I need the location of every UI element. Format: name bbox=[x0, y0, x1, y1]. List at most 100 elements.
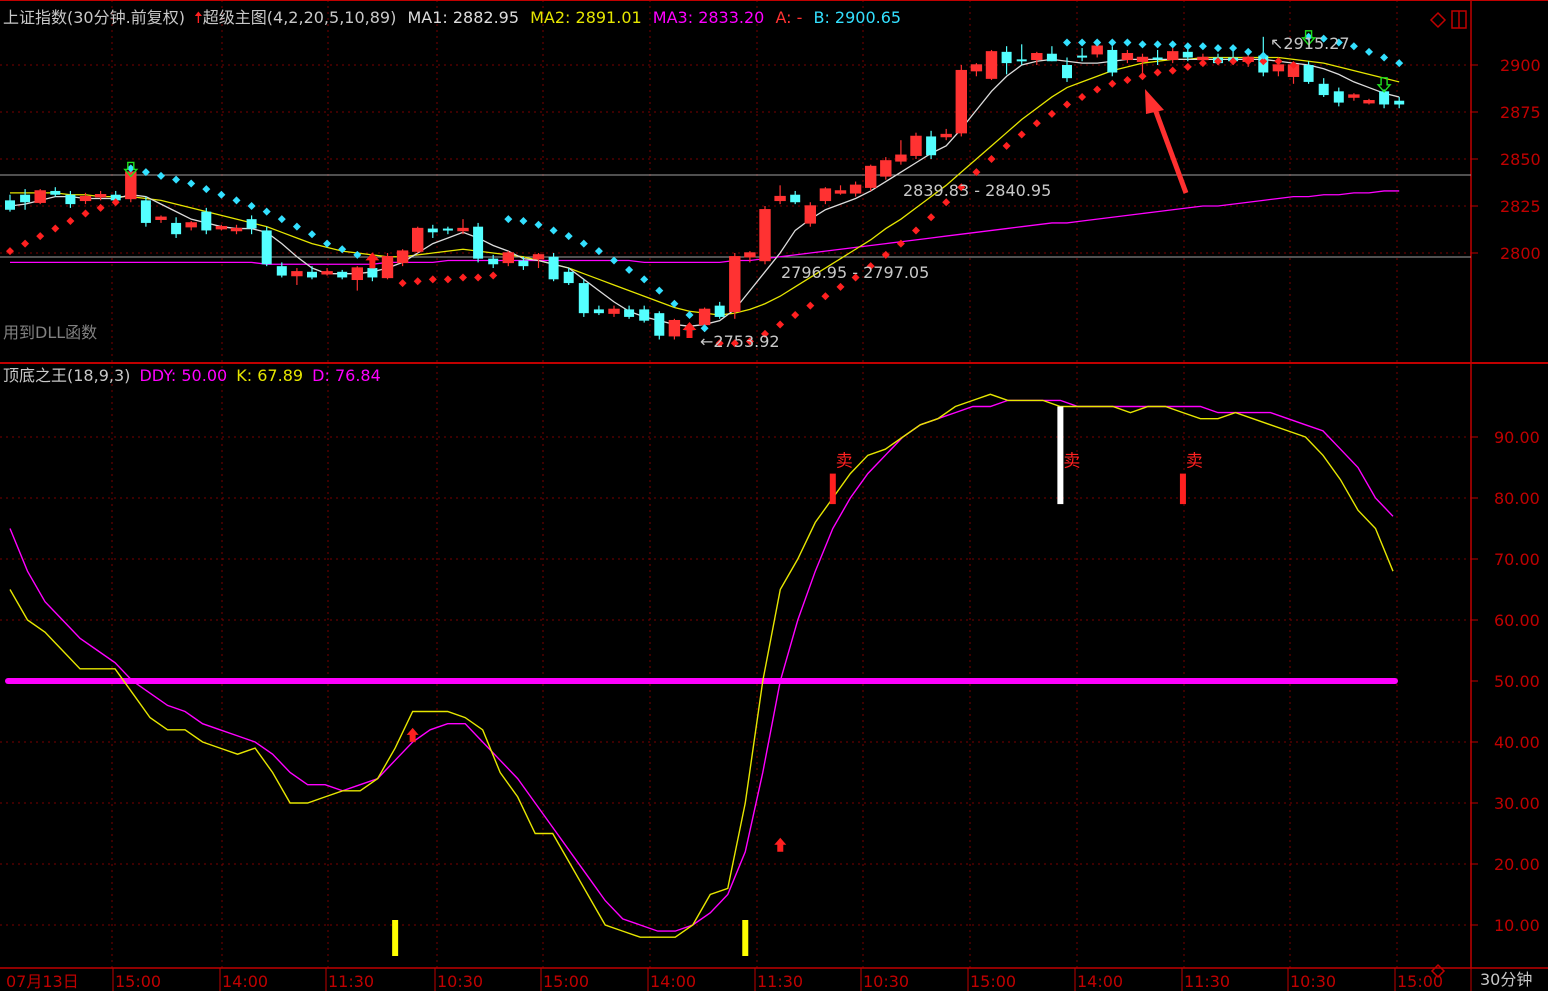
candle-body-up-fill bbox=[986, 51, 997, 79]
period-button[interactable]: 30分钟 bbox=[1480, 971, 1532, 989]
candle-body-down bbox=[1046, 53, 1057, 62]
candle-body-up-fill bbox=[744, 253, 755, 257]
candle-body-up-fill bbox=[805, 206, 816, 223]
candle-body-up-fill bbox=[458, 228, 468, 231]
candle-body-up-fill bbox=[397, 251, 408, 263]
candle-body-up-fill bbox=[1092, 46, 1103, 54]
d-label: D: 76.84 bbox=[312, 366, 381, 385]
indicator-tick-label: 50.00 bbox=[1494, 672, 1540, 691]
candle-body-up-fill bbox=[1122, 53, 1133, 60]
candle-body-up-fill bbox=[1364, 100, 1374, 103]
candle-body-up-fill bbox=[231, 228, 242, 231]
indicator-tick-label: 20.00 bbox=[1494, 855, 1540, 874]
sell-label: 卖 bbox=[1186, 451, 1203, 471]
candle-body-down bbox=[488, 258, 499, 265]
candle-body-up-fill bbox=[911, 136, 921, 156]
time-tick-label: 10:30 bbox=[863, 972, 909, 991]
price-tick-label: 2825 bbox=[1500, 197, 1541, 216]
indicator-tick-label: 80.00 bbox=[1494, 489, 1540, 508]
high-mark-label: ↖2915.27 bbox=[1270, 34, 1350, 53]
candle-body-down bbox=[367, 268, 378, 278]
candle-body-up-fill bbox=[35, 190, 46, 203]
candle-body-up-fill bbox=[156, 217, 166, 220]
price-tick-label: 2900 bbox=[1500, 56, 1541, 75]
candle-body-up-fill bbox=[820, 189, 831, 201]
candle-body-down bbox=[427, 228, 438, 233]
indicator-tick-label: 70.00 bbox=[1494, 550, 1540, 569]
indicator-title[interactable]: 超级主图(4,2,20,5,10,89) bbox=[203, 8, 397, 27]
candle-body-down bbox=[442, 228, 453, 231]
candle-body-up-fill bbox=[1348, 95, 1359, 98]
candle-body-down bbox=[518, 260, 529, 267]
candle-body-down bbox=[201, 211, 212, 231]
background bbox=[0, 0, 1548, 991]
sell-label: 卖 bbox=[836, 451, 853, 471]
candle-body-up-fill bbox=[1167, 51, 1178, 60]
candle-body-down bbox=[1379, 91, 1390, 105]
candle-body-down bbox=[1318, 83, 1329, 96]
candle-body-up-fill bbox=[291, 271, 302, 276]
candle-body-down bbox=[654, 313, 665, 336]
indicator-tick-label: 60.00 bbox=[1494, 611, 1540, 630]
candle-body-down bbox=[5, 200, 15, 210]
candle-body-down bbox=[1182, 51, 1193, 58]
candle-body-up-fill bbox=[835, 190, 846, 193]
time-tick-label: 15:00 bbox=[115, 972, 161, 991]
candle-body-up-fill bbox=[895, 155, 906, 161]
candle-body-down bbox=[1077, 55, 1088, 58]
candle-body-up-fill bbox=[669, 320, 680, 336]
candle-body-up-fill bbox=[775, 196, 786, 201]
candle-body-down bbox=[65, 194, 76, 205]
candle-body-down bbox=[624, 309, 635, 317]
candle-body-up-fill bbox=[880, 160, 891, 176]
candle-body-down bbox=[1062, 65, 1072, 79]
signal-bar-yellow bbox=[742, 920, 749, 956]
candle-body-down bbox=[1001, 51, 1012, 64]
candle-body-down bbox=[20, 194, 31, 203]
candle-body-up-fill bbox=[941, 134, 952, 137]
indicator-tick-label: 40.00 bbox=[1494, 733, 1540, 752]
candle-body-up-fill bbox=[1031, 53, 1042, 60]
low-mark-label: ←2753.92 bbox=[700, 332, 780, 351]
candle-body-up-fill bbox=[322, 271, 333, 274]
k-label: K: 67.89 bbox=[236, 366, 304, 385]
time-tick-label: 11:30 bbox=[1184, 972, 1230, 991]
candle-body-down bbox=[307, 271, 317, 278]
ma3-label: MA3: 2833.20 bbox=[652, 8, 765, 27]
kline-workspace: ↖2915.27 ←2753.92 2839.83 - 2840.95 2796… bbox=[0, 0, 1548, 991]
level-lower-label: 2796.95 - 2797.05 bbox=[781, 263, 929, 282]
symbol-title[interactable]: 上证指数(30分钟.前复权) bbox=[3, 8, 185, 27]
sub-header: 顶底之王(18,9,3) DDY: 50.00 K: 67.89 D: 76.8… bbox=[3, 367, 381, 385]
time-tick-label: 07月13日 bbox=[6, 972, 79, 991]
candle-body-up-fill bbox=[95, 194, 106, 197]
candle-body-up-fill bbox=[956, 70, 967, 133]
sell-label: 卖 bbox=[1063, 451, 1080, 471]
main-header: 上证指数(30分钟.前复权) 🠅超级主图(4,2,20,5,10,89) MA1… bbox=[3, 9, 901, 27]
time-tick-label: 14:00 bbox=[650, 972, 696, 991]
time-tick-label: 11:30 bbox=[757, 972, 803, 991]
candle-body-down bbox=[473, 226, 484, 259]
candle-body-up-fill bbox=[729, 256, 740, 312]
candle-body-down bbox=[337, 271, 348, 278]
indicator-tick-label: 30.00 bbox=[1494, 794, 1540, 813]
signal-bar-yellow bbox=[392, 920, 399, 956]
candle-body-down bbox=[1016, 59, 1027, 62]
ddy-label: DDY: 50.00 bbox=[139, 366, 228, 385]
candle-body-down bbox=[578, 283, 589, 314]
candle-body-down bbox=[714, 305, 725, 317]
a-label: A: - bbox=[775, 8, 803, 27]
candle-body-up-fill bbox=[699, 309, 710, 325]
time-tick-label: 11:30 bbox=[328, 972, 374, 991]
time-tick-label: 14:00 bbox=[222, 972, 268, 991]
candle-body-down bbox=[593, 309, 604, 314]
sell-bar bbox=[829, 473, 836, 505]
ma2-label: MA2: 2891.01 bbox=[530, 8, 642, 27]
candle-body-down bbox=[790, 194, 801, 203]
sub-indicator-title[interactable]: 顶底之王(18,9,3) bbox=[3, 366, 130, 385]
candle-body-up-fill bbox=[382, 256, 393, 278]
b-label: B: 2900.65 bbox=[813, 8, 902, 27]
indicator-tick-label: 90.00 bbox=[1494, 428, 1540, 447]
time-tick-label: 14:00 bbox=[1077, 972, 1123, 991]
time-tick-label: 10:30 bbox=[437, 972, 483, 991]
candle-body-up-fill bbox=[186, 222, 197, 227]
